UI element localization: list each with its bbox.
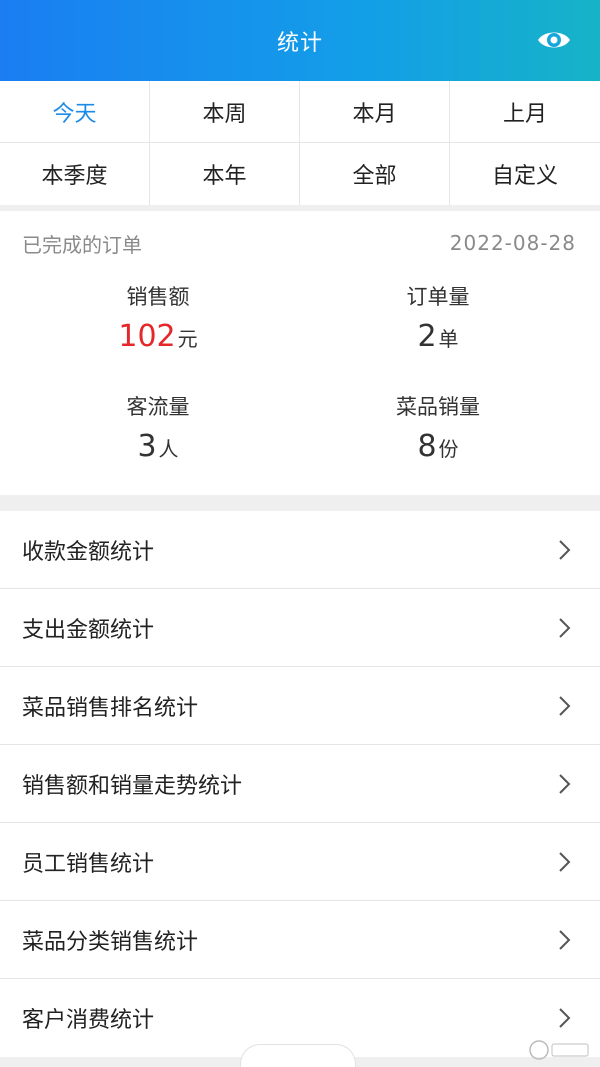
stat-unit: 份 <box>438 437 459 461</box>
stat-unit: 单 <box>438 327 459 351</box>
menu-dish-ranking-stats[interactable]: 菜品销售排名统计 <box>0 667 600 745</box>
stat-sales: 销售额 102 元 <box>8 275 308 385</box>
menu-sales-trend-stats[interactable]: 销售额和销量走势统计 <box>0 745 600 823</box>
menu-payment-stats[interactable]: 收款金额统计 <box>0 511 600 589</box>
stat-value: 8份 <box>288 429 588 464</box>
stat-number: 2 <box>417 319 437 354</box>
filter-today[interactable]: 今天 <box>0 81 150 143</box>
list-item-label: 菜品分类销售统计 <box>22 929 199 955</box>
chevron-right-icon <box>559 617 571 638</box>
list-item-label: 销售额和销量走势统计 <box>22 773 243 799</box>
chevron-right-icon <box>559 851 571 872</box>
stats-grid: 销售额 102 元 订单量 2单 客流量 3人 菜品销量 8份 <box>0 275 600 495</box>
statistics-menu: 收款金额统计 支出金额统计 菜品销售排名统计 销售额和销量走势统计 员工销售统计… <box>0 511 600 1057</box>
stat-value: 2单 <box>288 319 588 354</box>
page-title: 统计 <box>276 30 323 56</box>
bottom-pull-tab[interactable] <box>240 1044 356 1067</box>
summary-label: 已完成的订单 <box>22 232 142 257</box>
stat-unit: 人 <box>158 437 179 461</box>
stat-customers: 客流量 3人 <box>8 385 308 495</box>
order-summary-card: 已完成的订单 2022-08-28 销售额 102 元 订单量 2单 客流量 3人… <box>0 211 600 495</box>
stat-value: 3人 <box>8 429 308 464</box>
stat-label: 菜品销量 <box>396 395 480 419</box>
stat-label: 订单量 <box>406 285 470 309</box>
filter-all[interactable]: 全部 <box>300 143 450 205</box>
list-item-label: 员工销售统计 <box>22 851 155 877</box>
summary-date: 2022-08-28 <box>449 231 576 255</box>
filter-this-quarter[interactable]: 本季度 <box>0 143 150 205</box>
stat-orders: 订单量 2单 <box>288 275 588 385</box>
chevron-right-icon <box>559 539 571 560</box>
list-item-label: 收款金额统计 <box>22 539 155 565</box>
watermark-logo <box>529 1040 589 1060</box>
stat-number: 102 <box>118 319 176 354</box>
stat-label: 客流量 <box>126 395 190 419</box>
filter-this-week[interactable]: 本周 <box>150 81 300 143</box>
list-item-label: 客户消费统计 <box>22 1008 155 1033</box>
stat-unit: 元 <box>177 327 198 351</box>
stat-label: 销售额 <box>126 285 190 309</box>
summary-header: 已完成的订单 2022-08-28 <box>0 211 600 275</box>
eye-icon[interactable] <box>536 26 572 54</box>
menu-dish-category-stats[interactable]: 菜品分类销售统计 <box>0 901 600 979</box>
filter-custom[interactable]: 自定义 <box>450 143 600 205</box>
date-filter-grid: 今天 本周 本月 上月 本季度 本年 全部 自定义 <box>0 81 600 205</box>
stat-value: 102 元 <box>8 319 308 354</box>
menu-staff-sales-stats[interactable]: 员工销售统计 <box>0 823 600 901</box>
filter-this-month[interactable]: 本月 <box>300 81 450 143</box>
chevron-right-icon <box>559 773 571 794</box>
menu-expense-stats[interactable]: 支出金额统计 <box>0 589 600 667</box>
stat-number: 3 <box>137 429 157 464</box>
filter-this-year[interactable]: 本年 <box>150 143 300 205</box>
chevron-right-icon <box>559 1008 571 1028</box>
chevron-right-icon <box>559 695 571 716</box>
app-header: 统计 <box>0 0 600 81</box>
chevron-right-icon <box>559 929 571 950</box>
stat-dish-sales: 菜品销量 8份 <box>288 385 588 495</box>
filter-last-month[interactable]: 上月 <box>450 81 600 143</box>
stat-number: 8 <box>417 429 437 464</box>
list-item-label: 支出金额统计 <box>22 617 155 643</box>
divider <box>0 495 600 511</box>
list-item-label: 菜品销售排名统计 <box>22 695 199 721</box>
